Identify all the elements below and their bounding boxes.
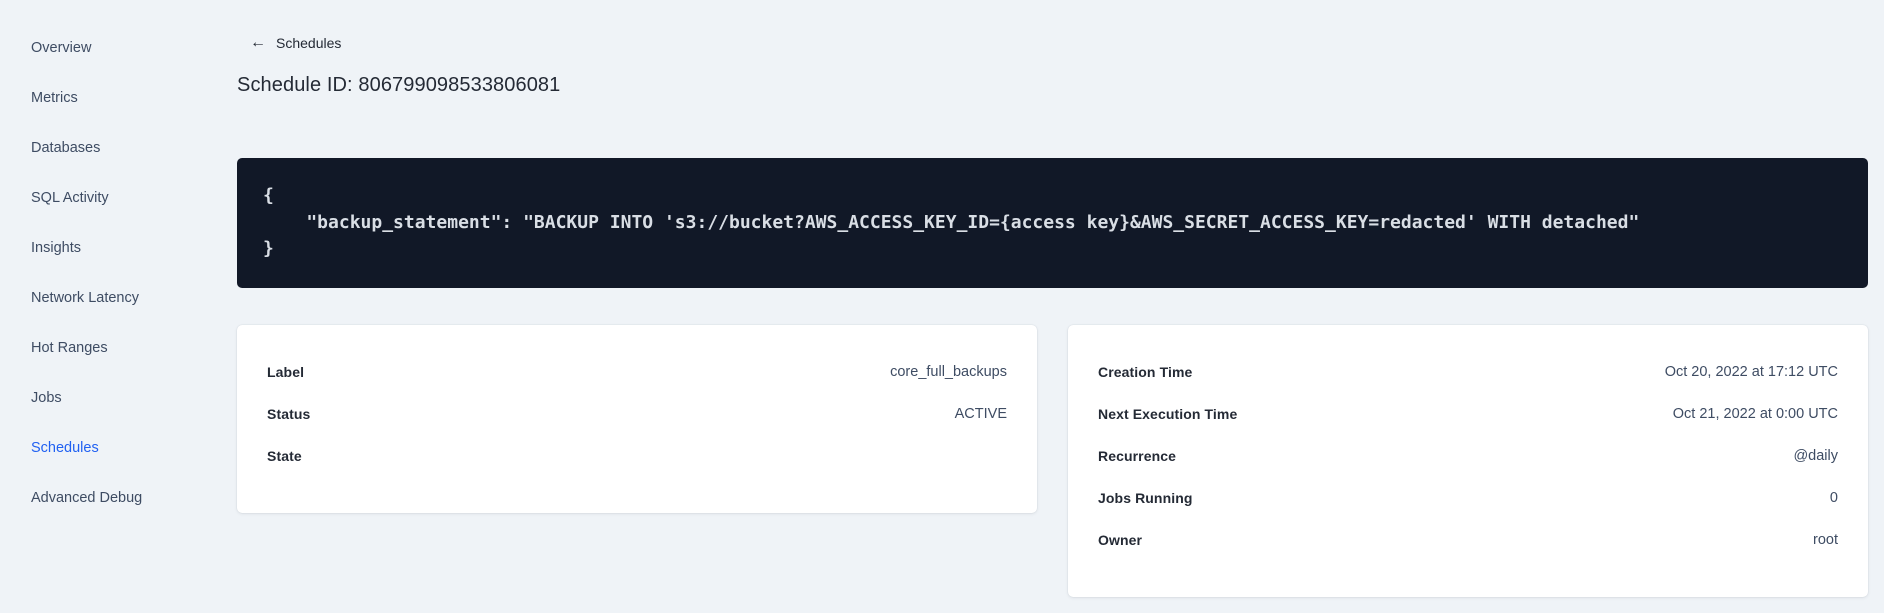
row-label: State [267, 448, 302, 464]
backup-statement-code-block: { "backup_statement": "BACKUP INTO 's3:/… [237, 158, 1868, 288]
code-line: } [263, 238, 274, 259]
row-label: Creation Time [1098, 364, 1193, 380]
detail-cards: Label core_full_backups Status ACTIVE St… [237, 325, 1868, 597]
code-line: "backup_statement": "BACKUP INTO 's3://b… [263, 211, 1640, 233]
row-value: root [1813, 532, 1838, 548]
detail-row-recurrence: Recurrence @daily [1098, 435, 1838, 477]
detail-row-next-execution-time: Next Execution Time Oct 21, 2022 at 0:00… [1098, 393, 1838, 435]
row-value: Oct 20, 2022 at 17:12 UTC [1664, 364, 1838, 380]
sidebar-item-databases[interactable]: Databases [0, 123, 237, 173]
sidebar-item-metrics[interactable]: Metrics [0, 73, 237, 123]
sidebar-item-overview[interactable]: Overview [0, 23, 237, 73]
row-value: @daily [1793, 448, 1838, 464]
schedule-timing-card: Creation Time Oct 20, 2022 at 17:12 UTC … [1068, 325, 1868, 597]
row-value: 0 [1829, 490, 1838, 506]
row-value: core_full_backups [890, 364, 1007, 380]
row-label: Jobs Running [1098, 490, 1193, 506]
row-label: Recurrence [1098, 448, 1177, 464]
row-label: Label [267, 364, 305, 380]
row-label: Next Execution Time [1098, 406, 1238, 422]
schedule-detail-page: ← Schedules Schedule ID: 806799098533806… [237, 0, 1868, 597]
sidebar-nav: Overview Metrics Databases SQL Activity … [0, 23, 237, 523]
detail-row-creation-time: Creation Time Oct 20, 2022 at 17:12 UTC [1098, 351, 1838, 393]
sidebar-item-jobs[interactable]: Jobs [0, 373, 237, 423]
back-arrow-icon: ← [250, 34, 266, 51]
back-to-schedules-link[interactable]: ← Schedules [250, 34, 342, 52]
detail-row-state: State [267, 435, 1007, 477]
page-title: Schedule ID: 806799098533806081 [237, 74, 561, 96]
detail-row-status: Status ACTIVE [267, 393, 1007, 435]
back-link-label: Schedules [276, 35, 342, 51]
detail-row-jobs-running: Jobs Running 0 [1098, 477, 1838, 519]
detail-row-owner: Owner root [1098, 519, 1838, 561]
detail-row-label: Label core_full_backups [267, 351, 1007, 393]
sidebar-item-sql-activity[interactable]: SQL Activity [0, 173, 237, 223]
sidebar-item-insights[interactable]: Insights [0, 223, 237, 273]
row-label: Status [267, 406, 311, 422]
sidebar-item-hot-ranges[interactable]: Hot Ranges [0, 323, 237, 373]
sidebar-item-network-latency[interactable]: Network Latency [0, 273, 237, 323]
code-line: { [263, 185, 274, 206]
schedule-summary-card: Label core_full_backups Status ACTIVE St… [237, 325, 1037, 513]
row-value: Oct 21, 2022 at 0:00 UTC [1672, 406, 1838, 422]
sidebar-item-advanced-debug[interactable]: Advanced Debug [0, 473, 237, 523]
sidebar-item-schedules[interactable]: Schedules [0, 423, 237, 473]
row-value: ACTIVE [954, 406, 1007, 422]
row-label: Owner [1098, 532, 1143, 548]
